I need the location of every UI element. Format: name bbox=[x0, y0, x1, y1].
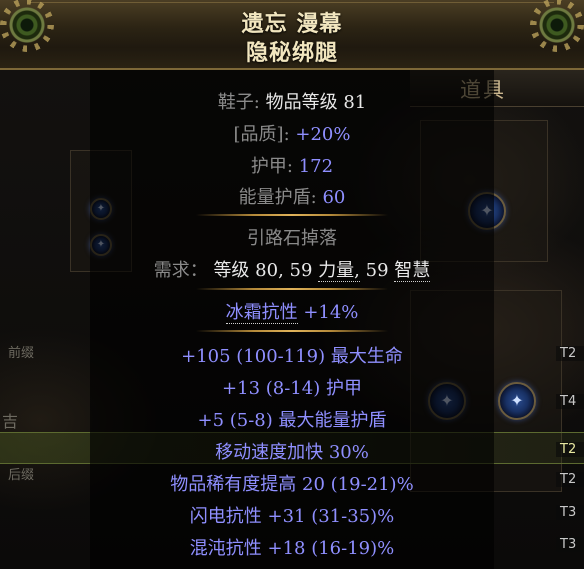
separator bbox=[196, 214, 388, 216]
item-class-line: 鞋子: 物品等级 81 bbox=[0, 88, 584, 114]
item-tooltip: 遗忘 漫幕 隐秘绑腿 鞋子: 物品等级 81 [品质]: +20% 护甲: 17… bbox=[0, 0, 584, 569]
explicit-mod: +105 (100-119) 最大生命 bbox=[181, 346, 403, 367]
explicit-mod: +13 (8-14) 护甲 bbox=[222, 378, 362, 399]
energy-shield-label: 能量护盾: bbox=[238, 187, 317, 208]
drop-note: 引路石掉落 bbox=[247, 228, 337, 249]
implicit-mod-value: +14% bbox=[303, 302, 359, 323]
req-int-label: 智慧 bbox=[394, 260, 431, 282]
explicit-mod: +5 (5-8) 最大能量护盾 bbox=[197, 410, 387, 431]
requirements-label: 需求： bbox=[153, 260, 208, 281]
armour-value: 172 bbox=[298, 156, 334, 177]
explicit-mod: 物品稀有度提高 20 (19-21)% bbox=[170, 474, 414, 495]
implicit-mod: 冰霜抗性 +14% bbox=[0, 298, 584, 324]
item-level-label: 物品等级 bbox=[265, 92, 338, 113]
energy-shield-value: 60 bbox=[322, 187, 346, 208]
explicit-mod: 闪电抗性 +31 (31-35)% bbox=[189, 506, 395, 527]
req-str-value: 59 bbox=[289, 260, 313, 281]
item-name: 遗忘 漫幕 bbox=[241, 11, 343, 37]
req-level-label: 等级 bbox=[213, 260, 250, 281]
item-level-value: 81 bbox=[343, 92, 367, 113]
explicit-mod: 混沌抗性 +18 (16-19)% bbox=[189, 538, 395, 559]
item-base-type: 隐秘绑腿 bbox=[245, 40, 338, 66]
implicit-mod-name: 冰霜抗性 bbox=[225, 302, 298, 324]
quality-label: [品质]: bbox=[233, 124, 290, 145]
explicit-mod: 移动速度加快 30% bbox=[215, 442, 369, 463]
requirements-line: 需求： 等级 80, 59 力量, 59 智慧 bbox=[0, 256, 584, 282]
req-int-value: 59 bbox=[365, 260, 389, 281]
armour-line: 护甲: 172 bbox=[0, 152, 584, 178]
armour-label: 护甲: bbox=[250, 156, 293, 177]
quality-value: +20% bbox=[295, 124, 351, 145]
req-level-value: 80, bbox=[255, 260, 284, 281]
separator bbox=[196, 330, 388, 332]
item-class: 鞋子: bbox=[217, 92, 266, 113]
energy-shield-line: 能量护盾: 60 bbox=[0, 183, 584, 209]
quality-line: [品质]: +20% bbox=[0, 120, 584, 146]
separator bbox=[196, 288, 388, 290]
req-str-label: 力量, bbox=[318, 260, 360, 282]
